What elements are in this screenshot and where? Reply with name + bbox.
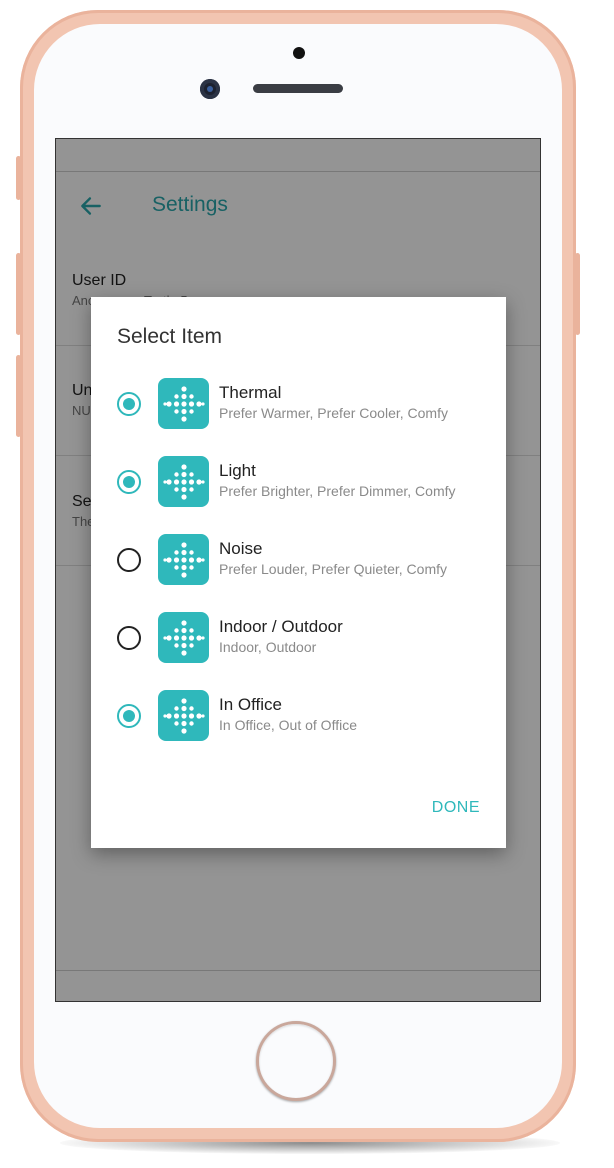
dialog-title: Select Item (117, 325, 223, 348)
list-item[interactable]: Thermal Prefer Warmer, Prefer Cooler, Com… (91, 375, 506, 453)
dots-grid-icon (158, 690, 209, 741)
dots-grid-icon (158, 456, 209, 507)
radio-button[interactable] (117, 548, 141, 572)
mute-switch (16, 156, 21, 200)
item-name: Indoor / Outdoor (219, 617, 343, 636)
radio-button[interactable] (117, 470, 141, 494)
radio-button[interactable] (117, 392, 141, 416)
front-camera-icon (200, 79, 220, 99)
item-name: Noise (219, 539, 263, 558)
radio-button[interactable] (117, 704, 141, 728)
list-item[interactable]: Indoor / Outdoor Indoor, Outdoor (91, 609, 506, 687)
list-item[interactable]: In Office In Office, Out of Office (91, 687, 506, 765)
item-options: Prefer Brighter, Prefer Dimmer, Comfy (219, 483, 456, 499)
power-button (575, 253, 580, 335)
dots-grid-icon (158, 534, 209, 585)
item-name: In Office (219, 695, 282, 714)
volume-down-button (16, 355, 21, 437)
earpiece-speaker (253, 84, 343, 93)
select-item-dialog: Select Item Thermal Prefer Warmer, Prefer… (91, 297, 506, 848)
item-options: Prefer Warmer, Prefer Cooler, Comfy (219, 405, 448, 421)
dots-grid-icon (158, 378, 209, 429)
done-button[interactable]: DONE (432, 799, 480, 817)
radio-button[interactable] (117, 626, 141, 650)
item-options: Prefer Louder, Prefer Quieter, Comfy (219, 561, 447, 577)
list-item[interactable]: Noise Prefer Louder, Prefer Quieter, Comf… (91, 531, 506, 609)
item-name: Light (219, 461, 256, 480)
list-item[interactable]: Light Prefer Brighter, Prefer Dimmer, Com… (91, 453, 506, 531)
proximity-sensor (293, 47, 305, 59)
item-options: In Office, Out of Office (219, 717, 357, 733)
item-options: Indoor, Outdoor (219, 639, 317, 655)
volume-up-button (16, 253, 21, 335)
item-name: Thermal (219, 383, 282, 402)
dots-grid-icon (158, 612, 209, 663)
phone-screen: Settings User ID Anonymous Turtle 5 Un N… (55, 138, 541, 1002)
home-button[interactable] (256, 1021, 336, 1101)
